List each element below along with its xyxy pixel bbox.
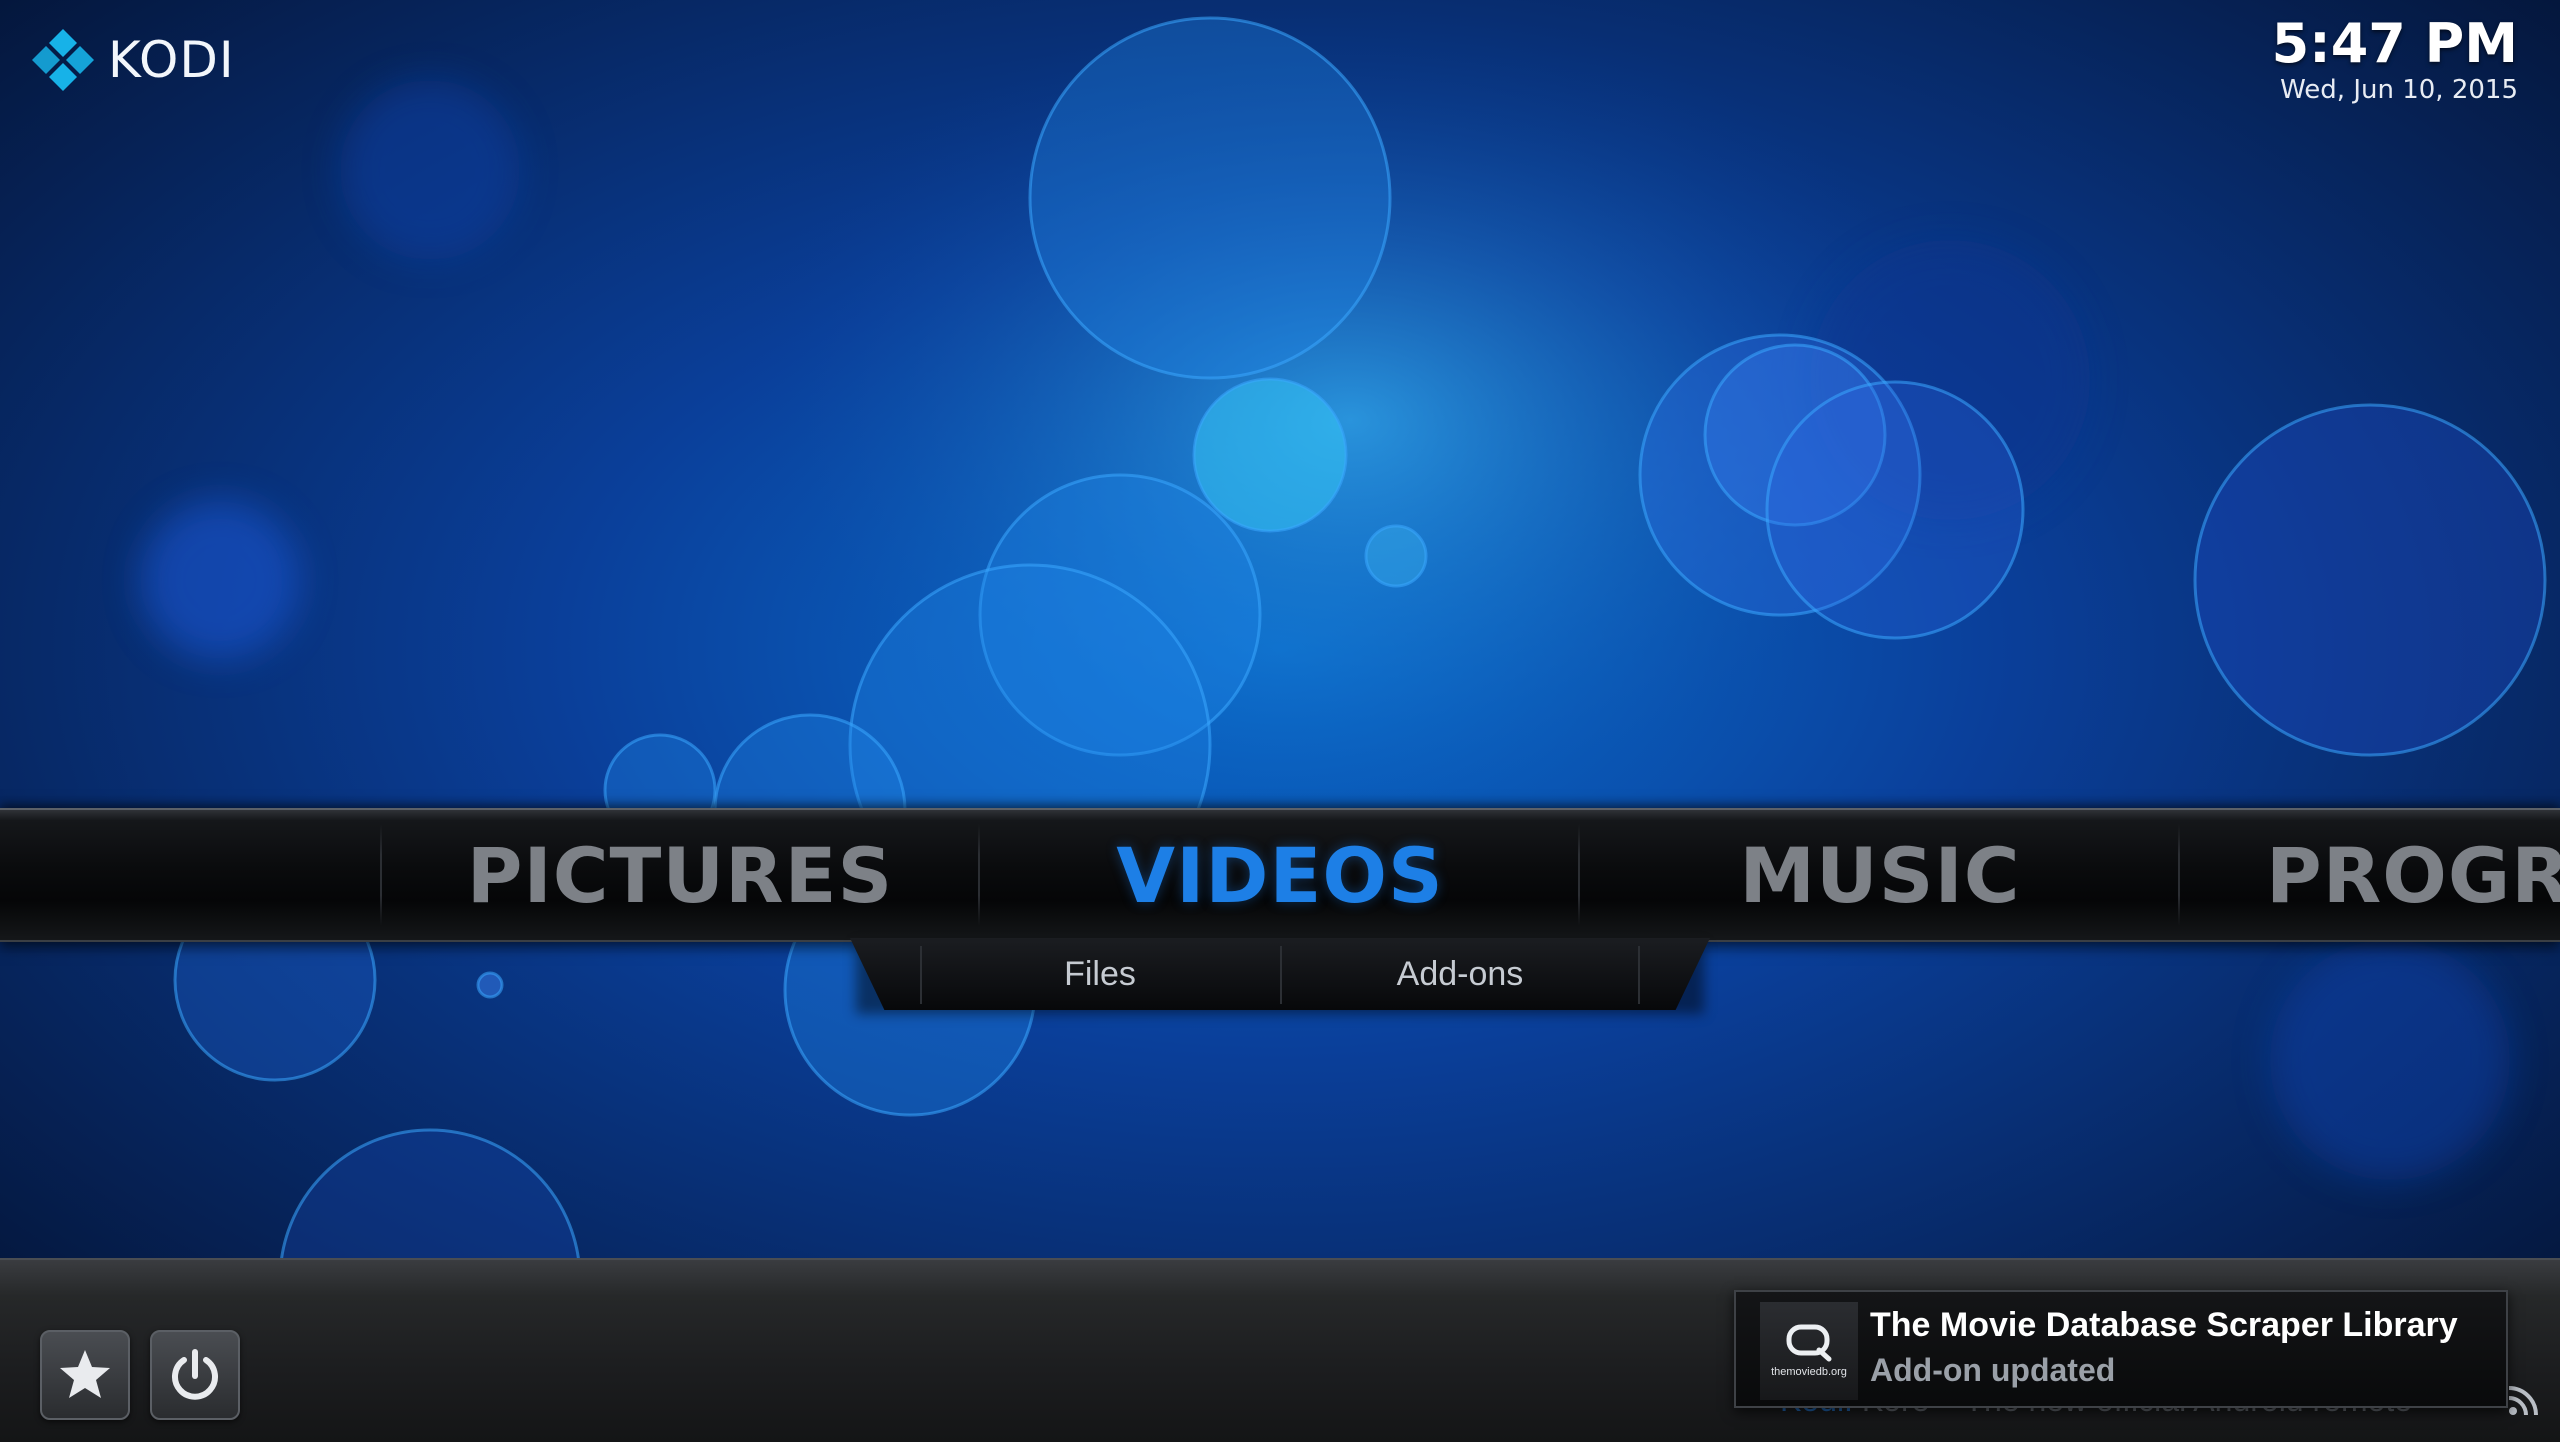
submenu-separator bbox=[1638, 946, 1640, 1004]
kodi-logo: KODI bbox=[28, 24, 235, 96]
power-icon bbox=[172, 1349, 218, 1400]
notification-message: Add-on updated bbox=[1870, 1352, 2116, 1388]
submenu-item-addons[interactable]: Add-ons bbox=[1280, 938, 1640, 1010]
main-menu-bar: PICTURES VIDEOS MUSIC PROGRA bbox=[0, 808, 2560, 942]
submenu-item-files[interactable]: Files bbox=[920, 938, 1280, 1010]
clock-date: Wed, Jun 10, 2015 bbox=[2280, 75, 2518, 105]
tmdb-addon-icon: themoviedb.org bbox=[1760, 1302, 1858, 1400]
clock-time: 5:47 PM bbox=[2271, 12, 2518, 75]
menu-item-programs[interactable]: PROGRA bbox=[2180, 810, 2560, 940]
clock: 5:47 PM Wed, Jun 10, 2015 bbox=[2272, 14, 2518, 106]
tmdb-logo-icon bbox=[1786, 1324, 1832, 1362]
menu-item-pictures[interactable]: PICTURES bbox=[380, 810, 980, 940]
favourites-button[interactable] bbox=[40, 1330, 130, 1420]
background-wallpaper bbox=[0, 0, 2560, 1440]
notification-title: The Movie Database Scraper Library bbox=[1870, 1306, 2458, 1344]
star-icon bbox=[60, 1350, 110, 1398]
menu-item-videos[interactable]: VIDEOS bbox=[980, 810, 1580, 940]
kodi-logo-icon bbox=[32, 29, 94, 91]
app-name: KODI bbox=[108, 31, 235, 89]
rss-icon[interactable] bbox=[2504, 1380, 2544, 1420]
menu-item-music[interactable]: MUSIC bbox=[1580, 810, 2180, 940]
power-button[interactable] bbox=[150, 1330, 240, 1420]
tmdb-icon-text: themoviedb.org bbox=[1771, 1366, 1847, 1378]
